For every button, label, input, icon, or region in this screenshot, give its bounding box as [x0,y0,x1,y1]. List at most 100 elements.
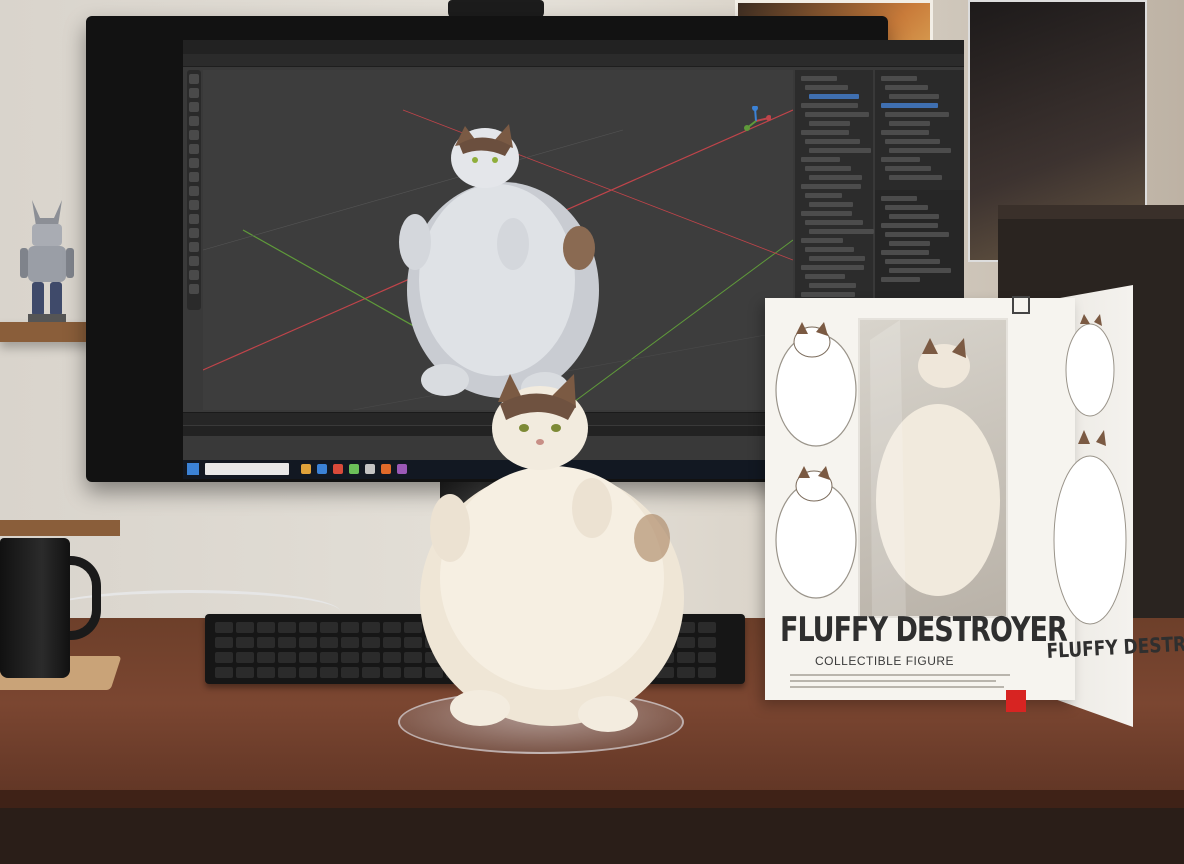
panel-row [881,130,929,135]
panel-row [801,238,843,243]
panel-row [809,229,874,234]
keyboard-key [698,637,716,648]
tool-icon [189,144,199,154]
panel-row [801,103,858,108]
tool-icon [189,74,199,84]
keyboard-key [320,652,338,663]
panel-row [809,175,862,180]
axis-gizmo-icon [744,106,771,131]
panel-row [881,250,929,255]
windows-start-icon [187,463,199,475]
tool-icon [189,116,199,126]
taskbar-app-icon [365,464,375,474]
panel-row [809,256,865,261]
panel-row [805,139,860,144]
keyboard-key [383,652,401,663]
wall-shelf [0,322,92,342]
keyboard-key [215,652,233,663]
panel-row [889,148,951,153]
cat-figurine [420,374,684,732]
panel-row [801,130,849,135]
keyboard-key [383,622,401,633]
keyboard-key [299,667,317,678]
panel-row [889,241,930,246]
panel-row [805,220,863,225]
panel-row [805,193,842,198]
keyboard-key [257,637,275,648]
panel-row [801,292,855,297]
keyboard-key [257,652,275,663]
keyboard-key [341,637,359,648]
tool-icon [189,102,199,112]
keyboard-key [299,652,317,663]
panel-row [801,184,861,189]
panel-row [805,166,851,171]
panel-row [809,202,853,207]
panel-row [809,148,871,153]
keyboard-key [278,667,296,678]
tool-icon [189,88,199,98]
panel-row [809,121,850,126]
box-cat-illustrations [775,322,857,599]
panel-row [881,277,920,282]
tool-icon [189,186,199,196]
taskbar-app-icon [301,464,311,474]
panel-row [885,166,931,171]
panel-row [881,223,938,228]
keyboard-key [383,637,401,648]
panel-row [889,214,939,219]
panel-row [801,265,864,270]
keyboard-key [698,667,716,678]
panel-row [805,85,848,90]
box-corner-mark [1012,296,1030,314]
keyboard-key [362,622,380,633]
floor [0,808,1184,864]
robot-toy [20,200,74,322]
app-menubar [183,40,964,54]
keyboard-key [257,622,275,633]
boxed-figurine [870,320,1000,616]
desk-edge [0,790,1184,808]
tool-icon [189,284,199,294]
keyboard-key [698,622,716,633]
panel-row [881,196,917,201]
panel-row [885,139,940,144]
panel-row [881,103,938,108]
taskbar-app-icon [381,464,391,474]
tool-icon [189,172,199,182]
keyboard-key [278,637,296,648]
tool-icon [189,242,199,252]
panel-row [889,175,942,180]
tool-icon [189,200,199,210]
panel-row [881,76,917,81]
cat-3d-model [399,124,599,404]
keyboard-key [257,667,275,678]
panel-row [885,205,928,210]
panel-row [889,94,939,99]
panel-row [885,112,949,117]
panel-row [809,283,856,288]
keyboard-key [341,652,359,663]
panel-row [805,274,845,279]
keyboard-key [320,622,338,633]
keyboard-key [278,652,296,663]
keyboard-key [299,637,317,648]
keyboard-key [236,652,254,663]
box-fine-print [790,672,1010,694]
properties-lower-panel [875,190,964,310]
panel-row [809,94,859,99]
panel-row [885,85,928,90]
keyboard-key [383,667,401,678]
panel-row [801,211,852,216]
tool-icon [189,228,199,238]
taskbar-search [205,463,289,475]
keyboard-key [362,652,380,663]
panel-row [805,247,854,252]
keyboard-key [299,622,317,633]
tool-icon [189,158,199,168]
app-toolbar [183,54,964,67]
taskbar-app-icon [397,464,407,474]
tool-icon [189,256,199,266]
panel-row [801,157,840,162]
3d-viewport [202,70,794,411]
